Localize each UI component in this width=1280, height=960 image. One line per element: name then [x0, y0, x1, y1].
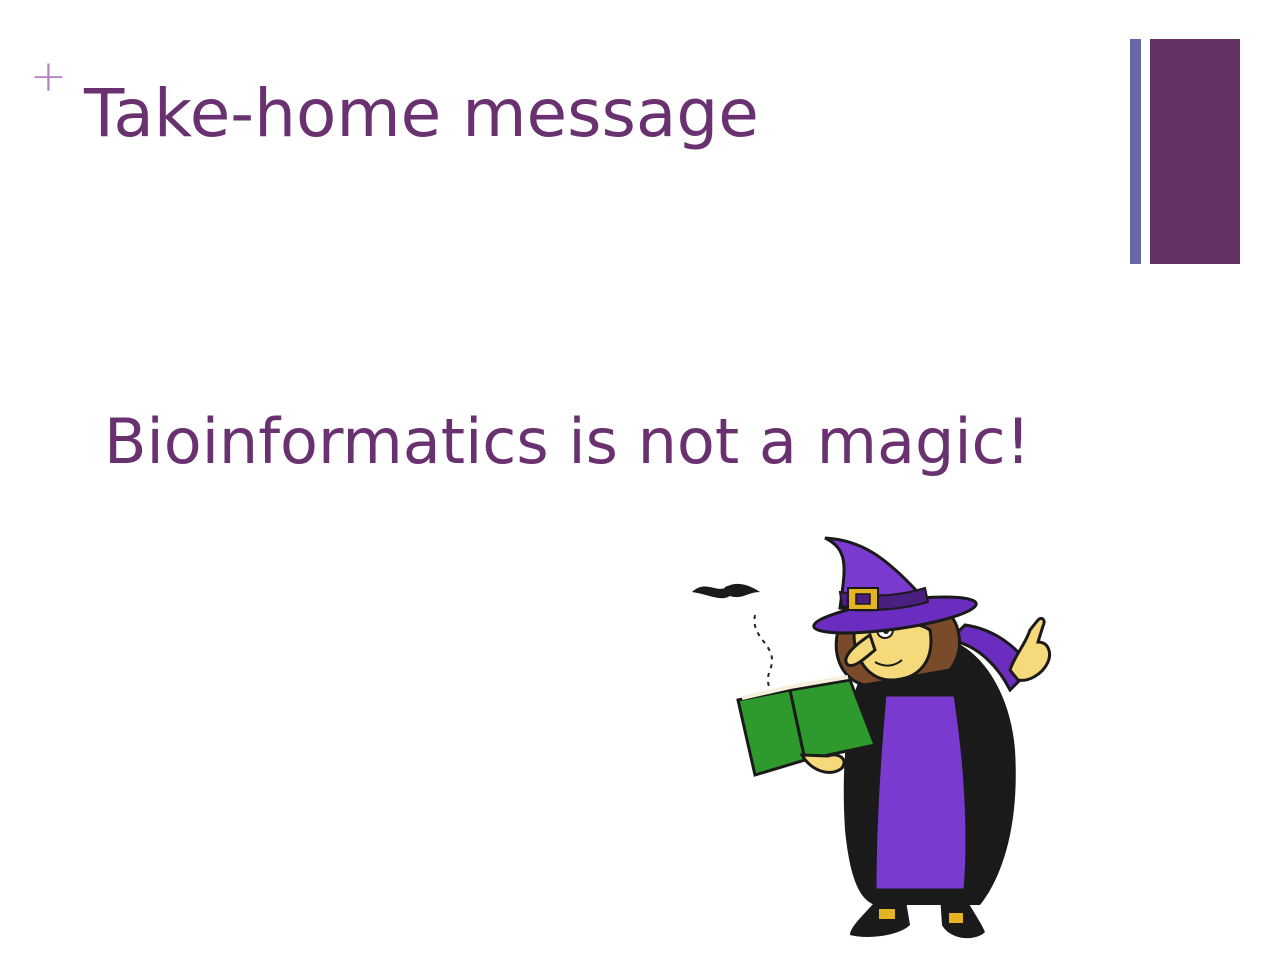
- bat-icon: [692, 583, 760, 599]
- slide-title: Take-home message: [84, 75, 759, 152]
- accent-bar-thin: [1130, 39, 1141, 264]
- slide: + Take-home message Bioinformatics is no…: [0, 0, 1280, 960]
- slide-body-text: Bioinformatics is not a magic!: [104, 405, 1031, 478]
- witch-reading-spellbook-icon: [692, 536, 1052, 939]
- plus-bullet-icon: +: [30, 51, 67, 102]
- accent-bar-thick: [1150, 39, 1240, 264]
